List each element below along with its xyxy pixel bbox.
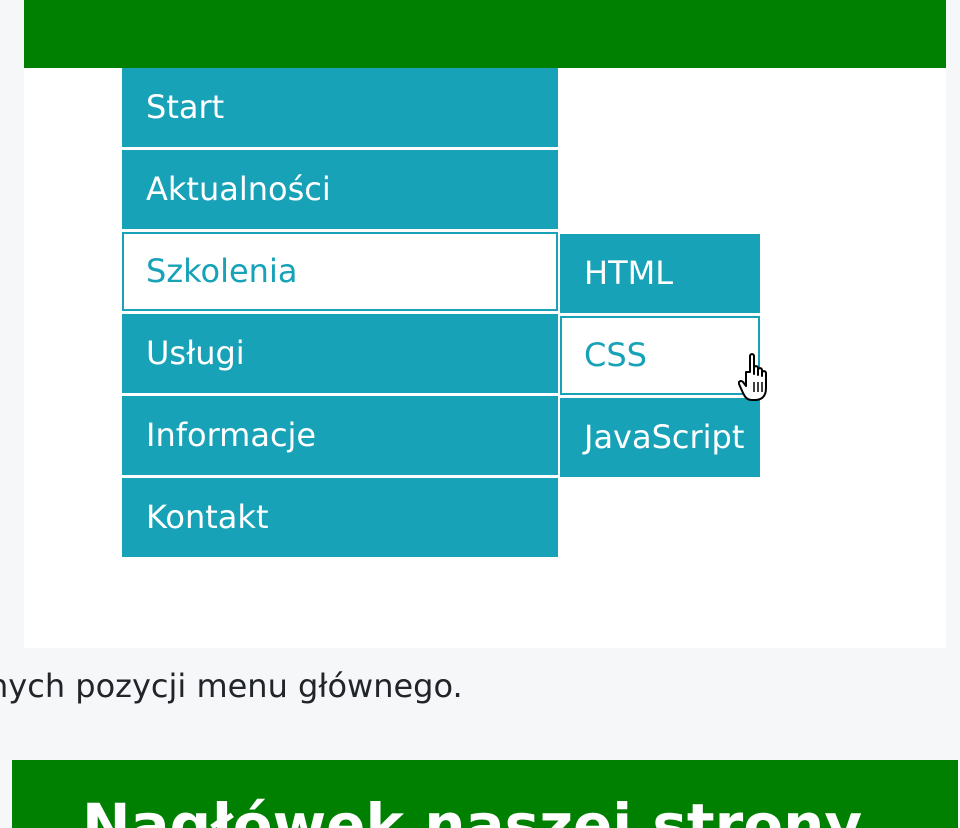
sub-menu-item-javascript[interactable]: JavaScript	[560, 398, 760, 477]
hand-pointer-icon	[738, 353, 767, 401]
caption-text: nych pozycji menu głównego.	[0, 667, 463, 705]
main-menu-item-kontakt[interactable]: Kontakt	[122, 478, 558, 557]
main-menu-item-start[interactable]: Start	[122, 68, 558, 147]
main-menu-item-szkolenia[interactable]: Szkolenia	[122, 232, 558, 311]
sub-menu-item-html[interactable]: HTML	[560, 234, 760, 313]
page: Start Aktualności Szkolenia Usługi Infor…	[0, 0, 960, 828]
demo-header-bar	[24, 0, 946, 68]
menu-demo-frame: Start Aktualności Szkolenia Usługi Infor…	[24, 0, 946, 648]
page-header-title: Nagłówek naszej strony	[82, 791, 863, 828]
sub-menu-item-css[interactable]: CSS	[560, 316, 760, 395]
main-menu-item-uslugi[interactable]: Usługi	[122, 314, 558, 393]
main-menu-item-informacje[interactable]: Informacje	[122, 396, 558, 475]
page-header: Nagłówek naszej strony	[12, 760, 958, 828]
sub-menu-szkolenia: HTML CSS JavaScript	[560, 234, 760, 480]
main-menu-item-aktualnosci[interactable]: Aktualności	[122, 150, 558, 229]
main-menu: Start Aktualności Szkolenia Usługi Infor…	[122, 68, 558, 560]
